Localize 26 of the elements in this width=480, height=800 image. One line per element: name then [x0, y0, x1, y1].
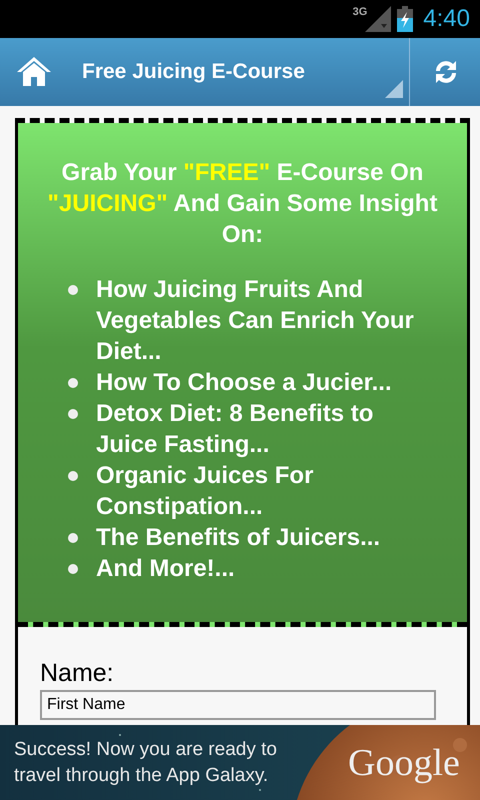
bullet-icon: [68, 409, 78, 419]
battery-charging-icon: [397, 6, 414, 32]
bullet-icon: [68, 533, 78, 543]
bullet-text: The Benefits of Juicers...: [96, 523, 380, 553]
signal-icon: [365, 6, 392, 32]
dropdown-corner-icon: [385, 80, 403, 98]
home-icon[interactable]: [16, 56, 52, 88]
bullet-icon: [68, 285, 78, 295]
bullet-text: How To Choose a Jucier...: [96, 368, 392, 398]
bullet-icon: [68, 564, 78, 574]
bullet-icon: [68, 471, 78, 481]
title-spinner[interactable]: Free Juicing E-Course: [82, 38, 410, 106]
bullet-text: And More!...: [96, 554, 235, 584]
bullet-icon: [68, 378, 78, 388]
bullet-text: How Juicing Fruits And Vegetables Can Enrich Your Diet...: [96, 275, 415, 367]
bullet-text: Detox Diet: 8 Benefits to Juice Fasting...: [96, 399, 374, 460]
ad-banner[interactable]: Success! Now you are ready to travel through the App Galaxy. Google: [0, 725, 480, 800]
name-label: Name:: [40, 659, 115, 688]
first-name-field[interactable]: First Name: [40, 690, 436, 720]
bullet-text: Organic Juices For Constipation...: [96, 461, 314, 522]
app-title: Free Juicing E-Course: [82, 60, 305, 84]
promo-heading: Grab Your "FREE" E-Course On "JUICING" And Gain Some Insight On:: [46, 158, 438, 250]
clock: 4:40: [423, 5, 470, 33]
ad-text: Success! Now you are ready to travel through the App Galaxy.: [14, 738, 278, 788]
ad-logo-text: Google: [348, 740, 460, 784]
network-type: 3G: [352, 6, 368, 18]
